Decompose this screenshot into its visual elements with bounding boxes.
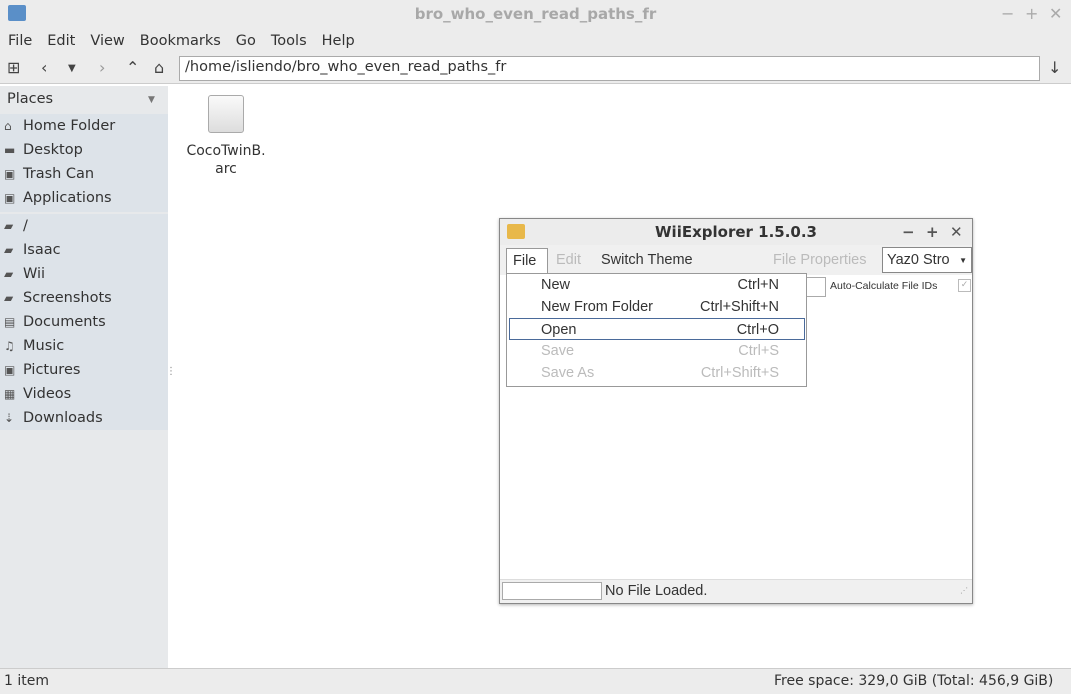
item-count: 1 item — [4, 673, 49, 689]
menu-bookmarks[interactable]: Bookmarks — [140, 33, 221, 49]
sidebar-item-wii[interactable]: ▰ Wii — [0, 262, 168, 286]
home-icon[interactable]: ⌂ — [154, 58, 164, 77]
menu-tools[interactable]: Tools — [271, 33, 307, 49]
sidebar-item-isaac[interactable]: ▰ Isaac — [0, 238, 168, 262]
folder-icon: ▰ — [4, 243, 14, 257]
title-bar: bro_who_even_read_paths_fr − + ✕ — [0, 0, 1071, 28]
chevron-down-icon[interactable]: ▼ — [148, 95, 155, 105]
places-list: ⌂ Home Folder ▬ Desktop ▣ Trash Can ▣ Applic… — [0, 114, 168, 212]
menu-file[interactable]: File — [8, 33, 32, 49]
sidebar-item-label: Applications — [23, 190, 112, 206]
sidebar-item-screenshots[interactable]: ▰ Screenshots — [0, 286, 168, 310]
compression-value: Yaz0 Stro — [887, 252, 950, 268]
sidebar-item-label: Downloads — [23, 410, 103, 426]
pictures-icon: ▣ — [4, 363, 16, 377]
maximize-button[interactable]: + — [1025, 4, 1038, 23]
path-input[interactable]: /home/isliendo/bro_who_even_read_paths_f… — [179, 56, 1040, 81]
sidebar-item-label: Desktop — [23, 142, 83, 158]
wii-status-text: No File Loaded. — [605, 583, 708, 599]
menu-item-save[interactable]: Save Ctrl+S — [509, 340, 805, 362]
sidebar-resize-handle[interactable]: ⋮ — [166, 366, 176, 377]
wiiexplorer-window: WiiExplorer 1.5.0.3 − + ✕ File Edit Swit… — [499, 218, 973, 604]
wii-menu-file-properties[interactable]: File Properties — [773, 252, 866, 268]
file-menu-dropdown: New Ctrl+N New From Folder Ctrl+Shift+N Op… — [506, 273, 807, 387]
menu-go[interactable]: Go — [236, 33, 256, 49]
home-icon: ⌂ — [4, 119, 12, 133]
sidebar-item-music[interactable]: ♫ Music — [0, 334, 168, 358]
sidebar-item-documents[interactable]: ▤ Documents — [0, 310, 168, 334]
file-icon — [208, 95, 244, 133]
auto-calc-checkbox[interactable]: ✓ — [958, 279, 971, 292]
sidebar-item-label: Wii — [23, 266, 46, 282]
window-title: bro_who_even_read_paths_fr — [414, 5, 657, 23]
close-button[interactable]: ✕ — [950, 219, 963, 245]
sidebar-item-videos[interactable]: ▦ Videos — [0, 382, 168, 406]
desktop-icon: ▬ — [4, 143, 16, 157]
sidebar-item-downloads[interactable]: ⇣ Downloads — [0, 406, 168, 430]
sidebar-item-label: Pictures — [23, 362, 81, 378]
sidebar-item-pictures[interactable]: ▣ Pictures — [0, 358, 168, 382]
wii-menu-switch-theme[interactable]: Switch Theme — [601, 252, 693, 268]
applications-icon: ▣ — [4, 191, 16, 205]
menu-bar: File Edit View Bookmarks Go Tools Help — [0, 28, 1071, 54]
sidebar-item-desktop[interactable]: ▬ Desktop — [0, 138, 168, 162]
sidebar-item-home[interactable]: ⌂ Home Folder — [0, 114, 168, 138]
downloads-icon: ⇣ — [4, 411, 15, 425]
file-name: CocoTwinB. arc — [186, 143, 266, 177]
menu-view[interactable]: View — [90, 33, 124, 49]
resize-grip-icon[interactable]: ⋰ — [960, 586, 968, 595]
maximize-button[interactable]: + — [926, 219, 939, 245]
go-icon[interactable]: ↓ — [1048, 58, 1061, 77]
sidebar-item-label: Home Folder — [23, 118, 116, 134]
trash-icon: ▣ — [4, 167, 16, 181]
places-header: Places — [7, 91, 54, 107]
bookmarks-list: ▰ / ▰ Isaac ▰ Wii ▰ Screenshots ▤ Documents ♫… — [0, 214, 168, 430]
sidebar-item-label: Documents — [23, 314, 106, 330]
sidebar-item-applications[interactable]: ▣ Applications — [0, 186, 168, 210]
videos-icon: ▦ — [4, 387, 16, 401]
chevron-down-icon: ▼ — [959, 256, 967, 265]
sidebar-item-label: / — [23, 218, 28, 234]
status-bar: 1 item Free space: 329,0 GiB (Total: 456… — [0, 668, 1071, 694]
wii-menu-file[interactable]: File — [506, 248, 548, 275]
back-icon[interactable]: ‹ — [41, 58, 47, 77]
menu-item-open[interactable]: Open Ctrl+O — [509, 318, 805, 340]
compression-select[interactable]: Yaz0 Stro ▼ — [882, 247, 972, 273]
sidebar-item-trash[interactable]: ▣ Trash Can — [0, 162, 168, 186]
sidebar-item-root[interactable]: ▰ / — [0, 214, 168, 238]
app-icon — [507, 224, 525, 239]
minimize-button[interactable]: − — [1001, 4, 1014, 23]
sidebar-item-label: Screenshots — [23, 290, 112, 306]
up-icon[interactable]: ⌃ — [126, 58, 139, 77]
menu-edit[interactable]: Edit — [47, 33, 75, 49]
free-space: Free space: 329,0 GiB (Total: 456,9 GiB) — [774, 673, 1054, 689]
wii-status-bar: No File Loaded. ⋰ — [500, 579, 972, 603]
sidebar-item-label: Videos — [23, 386, 72, 402]
music-icon: ♫ — [4, 339, 15, 353]
menu-item-new-from-folder[interactable]: New From Folder Ctrl+Shift+N — [509, 296, 805, 318]
history-dropdown-icon[interactable]: ▼ — [68, 63, 76, 74]
sidebar-item-label: Music — [23, 338, 65, 354]
menu-item-save-as[interactable]: Save As Ctrl+Shift+S — [509, 362, 805, 384]
file-item[interactable]: CocoTwinB. arc — [182, 95, 270, 181]
new-tab-icon[interactable]: ⊞ — [7, 58, 20, 77]
wii-menu-bar: File Edit Switch Theme File Properties Y… — [500, 245, 972, 275]
folder-icon: ▰ — [4, 267, 14, 281]
documents-icon: ▤ — [4, 315, 16, 329]
auto-calc-label: Auto-Calculate File IDs — [830, 280, 938, 292]
forward-icon[interactable]: › — [99, 58, 105, 77]
progress-bar — [502, 582, 602, 600]
menu-help[interactable]: Help — [322, 33, 355, 49]
wii-title-bar: WiiExplorer 1.5.0.3 − + ✕ — [500, 219, 972, 245]
menu-item-new[interactable]: New Ctrl+N — [509, 274, 805, 296]
sidebar-item-label: Isaac — [23, 242, 61, 258]
wii-title: WiiExplorer 1.5.0.3 — [655, 223, 817, 241]
folder-icon: ▰ — [4, 219, 14, 233]
sidebar-item-label: Trash Can — [23, 166, 95, 182]
wii-menu-edit[interactable]: Edit — [556, 252, 581, 268]
close-button[interactable]: ✕ — [1049, 4, 1062, 23]
minimize-button[interactable]: − — [902, 219, 915, 245]
folder-icon: ▰ — [4, 291, 14, 305]
